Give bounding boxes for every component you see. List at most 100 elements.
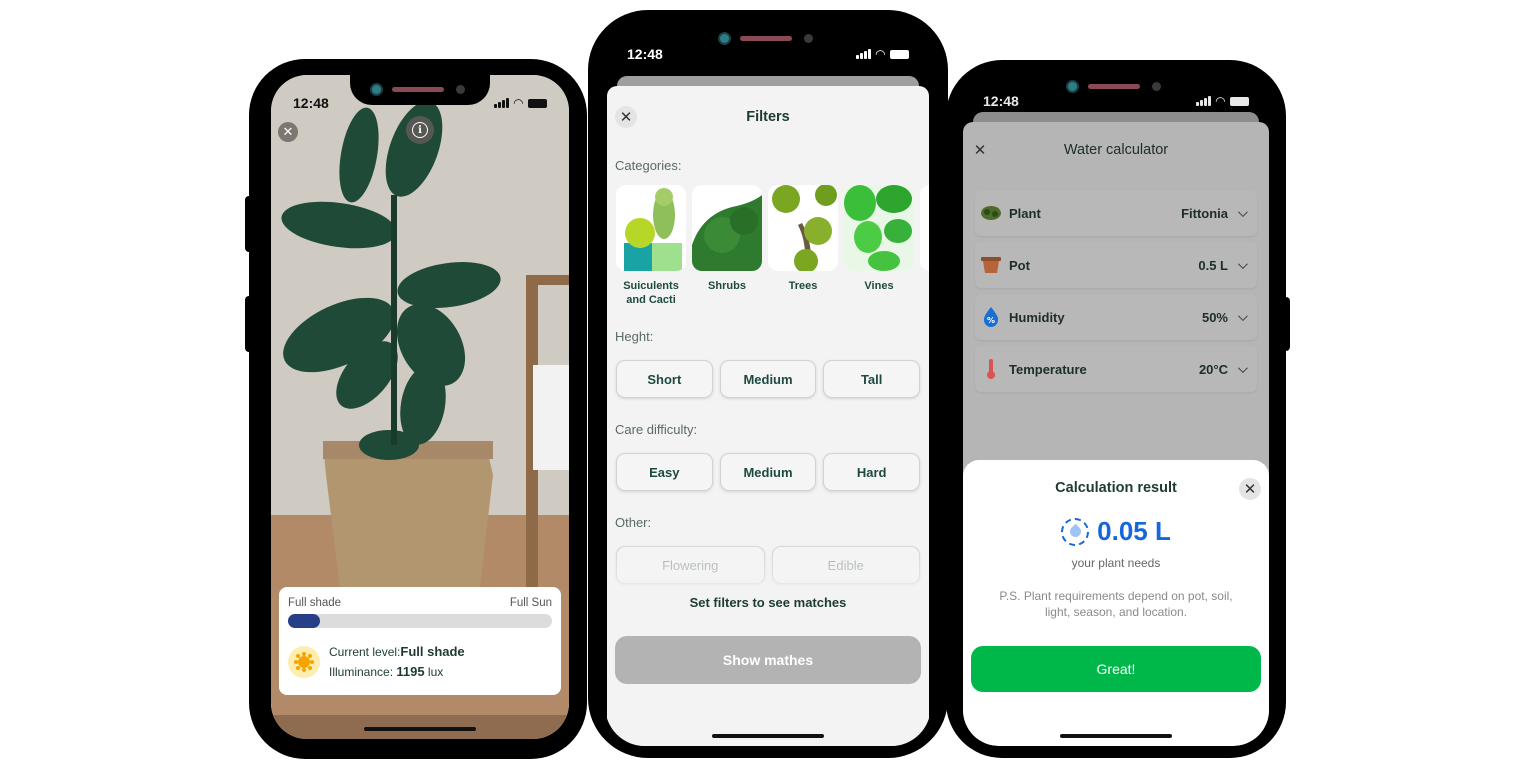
front-camera <box>370 83 383 96</box>
pot-label: Pot <box>1009 257 1030 273</box>
height-option-tall[interactable]: Tall <box>823 360 921 398</box>
thermometer-icon <box>981 359 1001 379</box>
phone-filters: 12:48 ◠ ✕ Filters Categories: Suiculents… <box>588 10 948 758</box>
category-trees[interactable]: Trees <box>768 185 838 307</box>
plant-select[interactable]: Plant Fittonia <box>975 190 1257 236</box>
status-time: 12:48 <box>627 46 663 62</box>
humidity-select[interactable]: % Humidity 50% <box>975 294 1257 340</box>
speaker <box>1088 84 1140 89</box>
sensor <box>456 85 465 94</box>
humidity-icon: % <box>981 307 1001 327</box>
category-label: Vines <box>864 280 894 292</box>
home-indicator[interactable] <box>364 727 476 731</box>
plant-value: Fittonia <box>1181 205 1228 221</box>
filters-sheet: ✕ Filters Categories: Suiculents and Cac… <box>607 86 929 746</box>
chevron-down-icon <box>1237 310 1248 321</box>
light-level-card: Full shade Full Sun Current level:Full s… <box>279 587 561 695</box>
close-button[interactable]: ✕ <box>615 106 637 128</box>
category-succulents[interactable]: Suiculents and Cacti <box>616 185 686 307</box>
sensor <box>1152 82 1161 91</box>
signal-icon <box>494 98 509 108</box>
result-close-button[interactable]: ✕ <box>1239 478 1261 500</box>
tree-image <box>768 185 838 271</box>
scale-max-label: Full Sun <box>509 597 552 609</box>
sensor <box>804 34 813 43</box>
category-shrubs[interactable]: Shrubs <box>692 185 762 307</box>
water-calculator-screen: 12:48 ◠ ✕ Water calculator Plant Fittoni… <box>961 72 1271 746</box>
category-vines[interactable]: Vines <box>844 185 914 307</box>
temperature-select[interactable]: Temperature 20°C <box>975 346 1257 392</box>
chevron-down-icon <box>1237 206 1248 217</box>
info-button[interactable]: i <box>406 116 434 144</box>
wifi-icon: ◠ <box>1215 94 1225 108</box>
status-time: 12:48 <box>293 95 329 111</box>
calculation-result-sheet: Calculation result ✕ 0.05 L your plant n… <box>963 460 1269 746</box>
plant-icon <box>981 203 1001 223</box>
care-option-medium[interactable]: Medium <box>719 453 817 491</box>
status-icons: ◠ <box>1196 94 1249 108</box>
filters-hint: Set filters to see matches <box>689 595 847 610</box>
phone-water-calculator: 12:48 ◠ ✕ Water calculator Plant Fittoni… <box>946 60 1290 758</box>
categories-list[interactable]: Suiculents and Cacti Shrubs Trees Vines <box>616 185 929 307</box>
wifi-icon: ◠ <box>875 47 885 61</box>
phone-light-meter: 12:48 ◠ ✕ i Full shade Full Sun Current … <box>245 59 587 759</box>
signal-icon <box>1196 96 1211 106</box>
height-option-short[interactable]: Short <box>616 360 713 398</box>
calculator-sheet: ✕ Water calculator Plant Fittonia Pot 0.… <box>963 122 1269 746</box>
volume-up-button <box>245 196 253 252</box>
speaker <box>392 87 444 92</box>
notch <box>1046 72 1186 102</box>
illuminance-unit: lux <box>427 665 444 679</box>
front-camera <box>718 32 731 45</box>
chevron-down-icon <box>1237 362 1248 373</box>
status-time: 12:48 <box>983 93 1019 109</box>
height-options: Short Medium Tall <box>616 360 921 398</box>
category-label: Trees <box>788 280 818 292</box>
notch <box>350 75 490 105</box>
wifi-icon: ◠ <box>513 96 523 110</box>
other-label: Other: <box>615 515 652 530</box>
result-title: Calculation result <box>1055 480 1177 496</box>
height-option-medium[interactable]: Medium <box>719 360 817 398</box>
sheet-title: Water calculator <box>1063 142 1169 158</box>
info-icon: i <box>412 122 428 138</box>
battery-icon <box>890 49 909 59</box>
home-indicator[interactable] <box>1060 734 1172 738</box>
current-level-label: Current level: <box>329 645 401 659</box>
sun-icon <box>288 646 320 678</box>
care-options: Easy Medium Hard <box>616 453 921 491</box>
pot-icon <box>981 255 1001 275</box>
pot-value: 0.5 L <box>1198 257 1228 273</box>
care-option-hard[interactable]: Hard <box>823 453 921 491</box>
battery-icon <box>528 98 547 108</box>
sheet-title: Filters <box>746 109 790 125</box>
close-button[interactable]: ✕ <box>278 122 298 142</box>
close-icon: ✕ <box>1243 481 1257 498</box>
height-label: Heght: <box>615 329 654 344</box>
close-button[interactable]: ✕ <box>969 139 991 161</box>
humidity-value: 50% <box>1201 309 1228 325</box>
care-option-easy[interactable]: Easy <box>616 453 713 491</box>
power-button <box>1282 297 1290 351</box>
filters-screen: 12:48 ◠ ✕ Filters Categories: Suiculents… <box>605 24 931 746</box>
svg-text:%: % <box>987 316 995 325</box>
result-note: P.S. Plant requirements depend on pot, s… <box>999 589 1233 619</box>
temperature-value: 20°C <box>1198 361 1228 377</box>
home-indicator[interactable] <box>712 734 824 738</box>
illuminance-value: 1195 <box>396 664 425 679</box>
battery-icon <box>1230 96 1249 106</box>
humidity-label: Humidity <box>1009 309 1065 325</box>
category-more[interactable] <box>920 185 929 307</box>
close-icon: ✕ <box>282 124 294 139</box>
great-button[interactable]: Great! <box>971 646 1261 692</box>
pot-select[interactable]: Pot 0.5 L <box>975 242 1257 288</box>
show-matches-button[interactable]: Show mathes <box>615 636 921 684</box>
scale-min-label: Full shade <box>288 597 342 609</box>
light-level-bar <box>288 614 552 628</box>
water-drop-icon <box>1061 517 1090 546</box>
more-category-image <box>920 185 929 271</box>
categories-label: Categories: <box>615 158 682 173</box>
status-icons: ◠ <box>856 47 909 61</box>
close-icon: ✕ <box>619 109 633 126</box>
chevron-down-icon <box>1237 258 1248 269</box>
